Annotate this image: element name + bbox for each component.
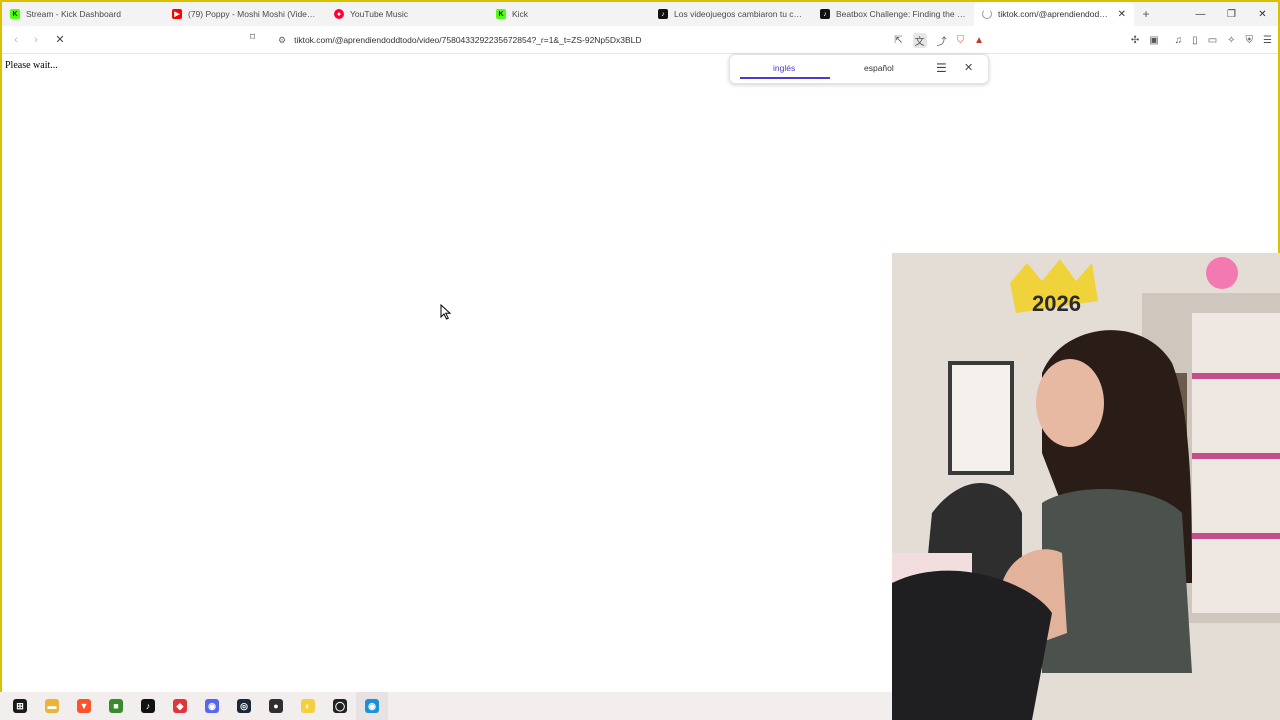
open-external-icon[interactable]: ⇱ (894, 35, 902, 46)
tab-youtube-music[interactable]: ● YouTube Music (326, 2, 488, 26)
leo-ai-icon[interactable]: ✧ (1227, 35, 1235, 46)
translate-tab-indicator (740, 77, 830, 79)
tab-title: Kick (512, 9, 529, 19)
address-bar[interactable]: ⚙ tiktok.com/@aprendiendoddtodo/video/75… (270, 29, 990, 51)
loading-spinner-icon (982, 9, 992, 19)
tiktok-icon: ♪ (658, 9, 668, 19)
site-info-icon[interactable]: ⚙ (278, 35, 286, 46)
vpn-icon[interactable]: ⛨ (1246, 35, 1254, 46)
tab-title: (79) Poppy - Moshi Moshi (Video Of (188, 9, 318, 19)
translate-target-tab[interactable]: español (864, 63, 894, 73)
youtube-icon: ▶ (172, 9, 182, 19)
tiktok-icon: ♪ (820, 9, 830, 19)
toolbar-right: ✣ ▣ ♫ ▯ ▭ ✧ ⛨ ☰ (1131, 26, 1272, 54)
streamlabs-icon[interactable]: ◆ (164, 692, 196, 720)
tab-title: YouTube Music (350, 9, 408, 19)
tab-title: Stream - Kick Dashboard (26, 9, 121, 19)
tab-tiktok-beatbox[interactable]: ♪ Beatbox Challenge: Finding the Ligh (812, 2, 974, 26)
youtube-music-icon: ● (334, 9, 344, 19)
kick-icon: K (10, 9, 20, 19)
record-app-icon[interactable]: ◯ (324, 692, 356, 720)
taskbar: ⊞ ▬ ▼ ■ ♪ ◆ ◉ ◎ ● ◐ ◯ ◉ (0, 692, 892, 720)
browser-toolbar: ‹ › ✕ ⌑ ⚙ tiktok.com/@aprendiendoddtodo/… (2, 26, 1278, 54)
camera-app-icon[interactable]: ◉ (356, 692, 388, 720)
tab-title: Beatbox Challenge: Finding the Ligh (836, 9, 966, 19)
tab-youtube-poppy[interactable]: ▶ (79) Poppy - Moshi Moshi (Video Of (164, 2, 326, 26)
tab-title: Los videojuegos cambiaron tu cereb (674, 9, 804, 19)
start-icon[interactable]: ⊞ (4, 692, 36, 720)
translate-icon[interactable]: 文 (912, 32, 927, 48)
window-controls: — ❐ ✕ (1185, 9, 1278, 20)
translate-options-icon[interactable]: ☰ (936, 61, 947, 75)
menu-icon[interactable]: ☰ (1263, 35, 1272, 46)
brave-shields-icon[interactable]: ⛉ (957, 35, 965, 46)
address-bar-actions: ⇱ 文 ⤴ ⛉ ▲ (894, 29, 984, 51)
tab-tiktok-videojuegos[interactable]: ♪ Los videojuegos cambiaron tu cereb (650, 2, 812, 26)
new-tab-button[interactable]: + (1134, 7, 1158, 21)
tab-kick[interactable]: K Kick (488, 2, 650, 26)
media-icon[interactable]: ▣ (1149, 35, 1158, 46)
kick-icon: K (496, 9, 506, 19)
tab-kick-dashboard[interactable]: K Stream - Kick Dashboard (2, 2, 164, 26)
brave-rewards-icon[interactable]: ▲ (974, 35, 984, 46)
obs-icon[interactable]: ● (260, 692, 292, 720)
minimize-icon[interactable]: — (1185, 9, 1216, 20)
wallet-icon[interactable]: ▭ (1208, 35, 1217, 46)
translate-source-tab[interactable]: inglés (773, 63, 795, 73)
file-explorer-icon[interactable]: ▬ (36, 692, 68, 720)
back-icon[interactable]: ‹ (6, 34, 26, 46)
discord-icon[interactable]: ◉ (196, 692, 228, 720)
sidebar-icon[interactable]: ▯ (1192, 35, 1198, 46)
tiktok-icon[interactable]: ♪ (132, 692, 164, 720)
tab-strip: K Stream - Kick Dashboard ▶ (79) Poppy -… (2, 2, 1278, 26)
extensions-icon[interactable]: ✣ (1131, 35, 1139, 46)
translate-popup: inglés español ☰ ✕ (729, 54, 989, 84)
translate-close-icon[interactable]: ✕ (964, 61, 973, 74)
tab-tiktok-active[interactable]: tiktok.com/@aprendiendoddtodo ✕ (974, 2, 1134, 26)
forward-icon[interactable]: › (26, 34, 46, 46)
page-status-text: Please wait... (5, 60, 58, 71)
music-icon[interactable]: ♫ (1175, 35, 1183, 46)
webcam-image: 2026 (892, 253, 1280, 720)
restore-icon[interactable]: ❐ (1216, 9, 1247, 20)
share-icon[interactable]: ⤴ (937, 33, 947, 48)
mouse-cursor-icon (440, 304, 452, 320)
lemon-app-icon[interactable]: ◐ (292, 692, 324, 720)
url-text[interactable]: tiktok.com/@aprendiendoddtodo/video/7580… (294, 35, 641, 45)
brave-browser-icon[interactable]: ▼ (68, 692, 100, 720)
close-window-icon[interactable]: ✕ (1247, 9, 1278, 20)
svg-text:2026: 2026 (1032, 291, 1081, 316)
stop-loading-icon[interactable]: ✕ (50, 33, 70, 46)
tab-title: tiktok.com/@aprendiendoddtodo (998, 9, 1110, 19)
close-tab-icon[interactable]: ✕ (1118, 9, 1126, 20)
bookmark-icon[interactable]: ⌑ (250, 32, 255, 43)
minecraft-icon[interactable]: ■ (100, 692, 132, 720)
webcam-overlay: 2026 (892, 253, 1280, 720)
steam-icon[interactable]: ◎ (228, 692, 260, 720)
